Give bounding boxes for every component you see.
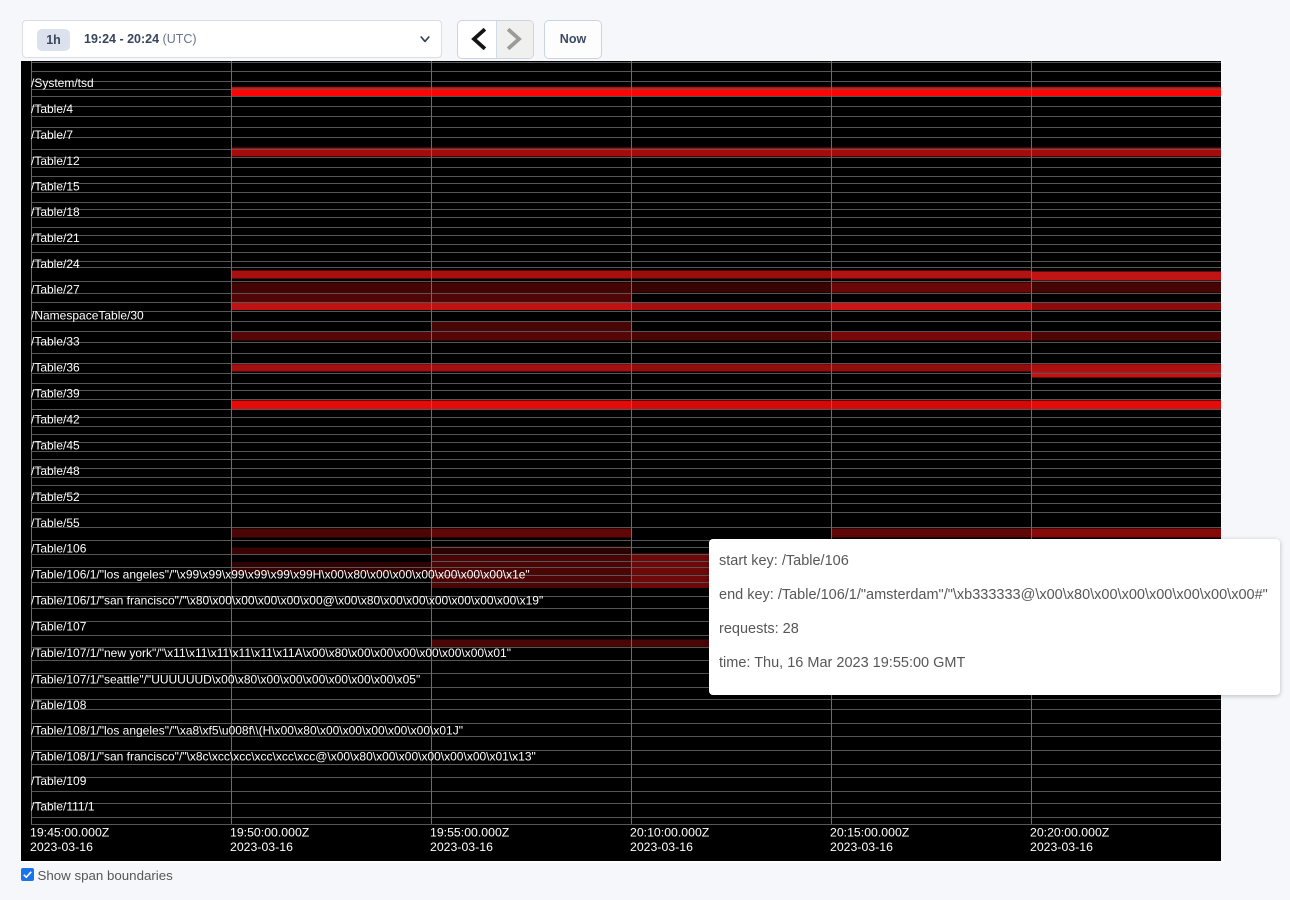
svg-text:/Table/106/1/"los angeles"/"\x: /Table/106/1/"los angeles"/"\x99\x99\x99…: [31, 568, 530, 582]
svg-text:/Table/111/1: /Table/111/1: [31, 800, 95, 814]
svg-text:/Table/36: /Table/36: [31, 361, 80, 375]
svg-text:20:10:00.000Z: 20:10:00.000Z: [630, 826, 710, 840]
svg-text:/System/tsd: /System/tsd: [31, 76, 94, 90]
svg-text:19:45:00.000Z: 19:45:00.000Z: [30, 826, 110, 840]
svg-text:2023-03-16: 2023-03-16: [230, 840, 293, 854]
svg-text:2023-03-16: 2023-03-16: [1030, 840, 1093, 854]
svg-text:/Table/27: /Table/27: [31, 283, 80, 297]
svg-text:/Table/108/1/"san francisco"/": /Table/108/1/"san francisco"/"\x8c\xcc\x…: [31, 750, 536, 764]
svg-text:/Table/106/1/"san francisco"/": /Table/106/1/"san francisco"/"\x80\x00\x…: [31, 594, 543, 608]
svg-text:2023-03-16: 2023-03-16: [430, 840, 493, 854]
svg-text:/Table/48: /Table/48: [31, 464, 80, 478]
svg-text:2023-03-16: 2023-03-16: [630, 840, 693, 854]
svg-text:/Table/12: /Table/12: [31, 154, 80, 168]
svg-text:2023-03-16: 2023-03-16: [30, 840, 93, 854]
svg-text:/Table/7: /Table/7: [31, 128, 73, 142]
svg-text:/Table/18: /Table/18: [31, 205, 80, 219]
svg-text:/Table/108: /Table/108: [31, 698, 87, 712]
svg-text:/Table/107: /Table/107: [31, 620, 87, 634]
svg-text:/Table/107/1/"seattle"/"UUUUUU: /Table/107/1/"seattle"/"UUUUUUD\x00\x80\…: [31, 673, 420, 687]
svg-text:/Table/42: /Table/42: [31, 413, 80, 427]
svg-text:/Table/45: /Table/45: [31, 439, 80, 453]
svg-text:/Table/52: /Table/52: [31, 490, 80, 504]
svg-text:/Table/108/1/"los angeles"/"\x: /Table/108/1/"los angeles"/"\xa8\xf5\u00…: [31, 724, 463, 738]
svg-text:/Table/39: /Table/39: [31, 387, 80, 401]
svg-text:19:55:00.000Z: 19:55:00.000Z: [430, 826, 510, 840]
svg-text:/Table/15: /Table/15: [31, 180, 80, 194]
svg-text:/Table/55: /Table/55: [31, 516, 80, 530]
svg-text:/Table/24: /Table/24: [31, 257, 80, 271]
svg-text:/Table/33: /Table/33: [31, 335, 80, 349]
svg-text:20:20:00.000Z: 20:20:00.000Z: [1030, 826, 1110, 840]
svg-text:/Table/106: /Table/106: [31, 542, 87, 556]
svg-text:/Table/21: /Table/21: [31, 231, 80, 245]
svg-text:/Table/4: /Table/4: [31, 102, 73, 116]
svg-text:20:15:00.000Z: 20:15:00.000Z: [830, 826, 910, 840]
svg-text:/Table/107/1/"new york"/"\x11\: /Table/107/1/"new york"/"\x11\x11\x11\x1…: [31, 646, 511, 660]
svg-text:19:50:00.000Z: 19:50:00.000Z: [230, 826, 310, 840]
svg-text:2023-03-16: 2023-03-16: [830, 840, 893, 854]
svg-text:/Table/109: /Table/109: [31, 774, 87, 788]
svg-text:/NamespaceTable/30: /NamespaceTable/30: [31, 309, 144, 323]
